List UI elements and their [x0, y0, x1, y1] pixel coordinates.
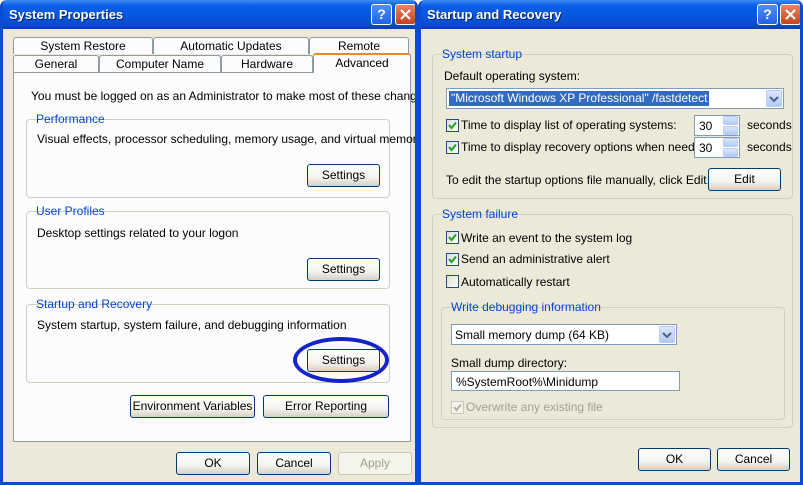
startup-recovery-titlebar[interactable]: Startup and Recovery ?: [421, 0, 800, 29]
close-icon: [785, 9, 796, 20]
spin-down-icon[interactable]: [723, 126, 738, 135]
tab-computer-name[interactable]: Computer Name: [99, 55, 221, 72]
tab-system-restore[interactable]: System Restore: [13, 37, 153, 54]
tab-advanced[interactable]: Advanced: [313, 53, 411, 73]
window-title: System Properties: [9, 7, 124, 22]
performance-title: Performance: [36, 112, 105, 126]
help-button[interactable]: ?: [757, 4, 778, 25]
time-list-checkbox[interactable]: [446, 119, 459, 132]
performance-group: Performance Visual effects, processor sc…: [26, 112, 415, 198]
tab-label: General: [34, 57, 78, 71]
system-properties-window: System Properties ? System Restore Autom…: [0, 0, 418, 485]
help-icon: ?: [377, 6, 386, 22]
auto-restart-label: Automatically restart: [461, 275, 570, 289]
overwrite-label: Overwrite any existing file: [466, 400, 603, 414]
user-profiles-desc: Desktop settings related to your logon: [37, 226, 239, 240]
system-failure-group: System failure Write an event to the sys…: [432, 207, 793, 428]
close-icon: [400, 9, 411, 20]
seconds-label: seconds: [747, 118, 792, 132]
spin-up-icon[interactable]: [723, 138, 738, 147]
close-button[interactable]: [395, 4, 415, 25]
window-title: Startup and Recovery: [427, 7, 562, 22]
send-alert-checkbox[interactable]: [446, 253, 459, 266]
startup-recovery-title: Startup and Recovery: [36, 297, 153, 311]
tab-general[interactable]: General: [13, 55, 99, 72]
cancel-button[interactable]: Cancel: [717, 448, 790, 471]
admin-note: You must be logged on as an Administrato…: [31, 89, 418, 103]
tab-remote[interactable]: Remote: [309, 37, 409, 54]
time-recovery-label: Time to display recovery options when ne…: [461, 140, 712, 154]
system-properties-titlebar[interactable]: System Properties ?: [3, 0, 415, 29]
user-profiles-group: User Profiles Desktop settings related t…: [26, 204, 390, 289]
dump-type-select[interactable]: Small memory dump (64 KB): [451, 324, 677, 345]
advanced-tab-panel: You must be logged on as an Administrato…: [13, 72, 415, 442]
tab-label: Automatic Updates: [180, 39, 282, 53]
tab-label: Remote: [337, 39, 381, 53]
time-list-spinner[interactable]: 30: [694, 115, 740, 136]
dump-dir-value: %SystemRoot%\Minidump: [456, 375, 599, 389]
chevron-down-icon[interactable]: [766, 90, 782, 107]
performance-settings-button[interactable]: Settings: [307, 164, 380, 187]
close-button[interactable]: [780, 4, 800, 25]
ok-button[interactable]: OK: [638, 448, 711, 471]
write-event-label: Write an event to the system log: [461, 231, 633, 245]
tab-hardware[interactable]: Hardware: [221, 55, 313, 72]
apply-button[interactable]: Apply: [338, 452, 412, 475]
tab-label: Computer Name: [115, 57, 205, 71]
startup-recovery-desc: System startup, system failure, and debu…: [37, 318, 347, 332]
time-list-label: Time to display list of operating system…: [461, 118, 677, 132]
startup-recovery-window: Startup and Recovery ? System startup De…: [418, 0, 803, 485]
edit-note: To edit the startup options file manuall…: [446, 173, 710, 187]
tab-label: Advanced: [335, 56, 389, 70]
time-list-value: 30: [699, 119, 713, 133]
default-os-value: "Microsoft Windows XP Professional" /fas…: [449, 91, 710, 106]
default-os-select[interactable]: "Microsoft Windows XP Professional" /fas…: [446, 88, 784, 109]
default-os-label: Default operating system:: [444, 69, 581, 83]
auto-restart-checkbox[interactable]: [446, 275, 459, 288]
help-icon: ?: [763, 6, 772, 22]
user-profiles-settings-button[interactable]: Settings: [307, 258, 380, 281]
dump-dir-input[interactable]: %SystemRoot%\Minidump: [451, 371, 680, 391]
spin-down-icon[interactable]: [723, 148, 738, 157]
dump-type-value: Small memory dump (64 KB): [455, 328, 610, 342]
edit-button[interactable]: Edit: [708, 168, 781, 191]
time-recovery-checkbox[interactable]: [446, 141, 459, 154]
annotation-ellipse: [293, 337, 389, 383]
error-reporting-button[interactable]: Error Reporting: [263, 395, 389, 418]
send-alert-label: Send an administrative alert: [461, 252, 610, 266]
tab-automatic-updates[interactable]: Automatic Updates: [153, 37, 309, 54]
performance-desc: Visual effects, processor scheduling, me…: [37, 132, 418, 146]
chevron-down-icon[interactable]: [659, 326, 675, 343]
spin-up-icon[interactable]: [723, 116, 738, 125]
user-profiles-title: User Profiles: [36, 204, 105, 218]
debug-info-title: Write debugging information: [451, 300, 601, 314]
tab-label: Hardware: [240, 57, 294, 71]
write-event-checkbox[interactable]: [446, 231, 459, 244]
ok-button[interactable]: OK: [176, 452, 250, 475]
tab-label: System Restore: [40, 39, 126, 53]
system-failure-title: System failure: [442, 207, 519, 221]
debug-info-group: Write debugging information Small memory…: [441, 300, 785, 420]
overwrite-checkbox[interactable]: [451, 401, 464, 414]
cancel-button[interactable]: Cancel: [257, 452, 331, 475]
time-recovery-spinner[interactable]: 30: [694, 137, 740, 158]
help-button[interactable]: ?: [371, 4, 392, 25]
seconds-label: seconds: [747, 140, 792, 154]
system-startup-title: System startup: [442, 47, 523, 61]
system-startup-group: System startup Default operating system:…: [432, 47, 793, 199]
environment-variables-button[interactable]: Environment Variables: [130, 395, 255, 418]
dump-dir-label: Small dump directory:: [451, 356, 568, 370]
time-recovery-value: 30: [699, 141, 713, 155]
